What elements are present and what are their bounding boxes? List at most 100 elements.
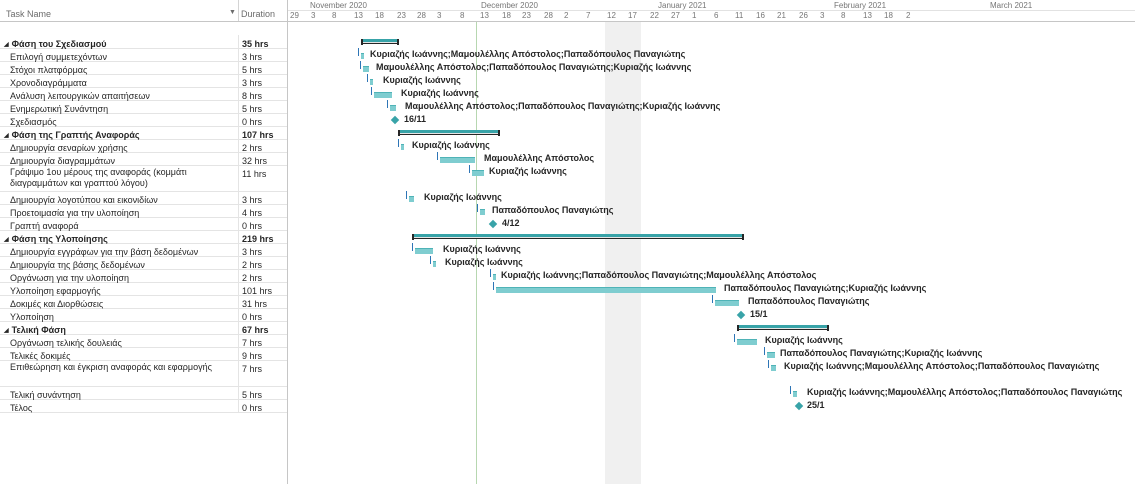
task-row[interactable]: Επιλογή συμμετεχόντων 3 hrs bbox=[0, 48, 287, 62]
timescale-day-label: 22 bbox=[650, 11, 659, 20]
task-row[interactable]: Οργάνωση τελικής δουλειάς 7 hrs bbox=[0, 334, 287, 348]
summary-bar[interactable] bbox=[361, 39, 399, 45]
task-bar[interactable] bbox=[793, 391, 797, 397]
column-separator bbox=[238, 243, 239, 256]
task-bar[interactable] bbox=[390, 105, 396, 111]
task-bar[interactable] bbox=[363, 66, 369, 72]
summary-task-row[interactable]: ◢ Φάση της Υλοποίησης 219 hrs bbox=[0, 230, 287, 244]
grid-header: Task Name ▼ Duration bbox=[0, 0, 287, 22]
dependency-link[interactable] bbox=[371, 87, 372, 95]
column-separator bbox=[238, 399, 239, 412]
column-separator bbox=[238, 113, 239, 126]
task-row[interactable]: Χρονοδιαγράμματα 3 hrs bbox=[0, 74, 287, 88]
task-bar[interactable] bbox=[440, 157, 475, 163]
summary-bar[interactable] bbox=[412, 234, 744, 240]
task-row[interactable]: Δημιουργία λογοτύπου και εικονιδίων 3 hrs bbox=[0, 191, 287, 205]
task-bar[interactable] bbox=[409, 196, 414, 202]
task-row[interactable]: Δημιουργία σεναρίων χρήσης 2 hrs bbox=[0, 139, 287, 153]
dependency-link[interactable] bbox=[790, 386, 791, 394]
column-separator bbox=[238, 347, 239, 360]
task-bar[interactable] bbox=[737, 339, 757, 345]
dependency-link[interactable] bbox=[712, 295, 713, 303]
timescale-day-label: 8 bbox=[841, 11, 846, 20]
dependency-link[interactable] bbox=[469, 165, 470, 173]
column-divider[interactable] bbox=[238, 0, 239, 21]
task-bar[interactable] bbox=[496, 287, 716, 293]
task-row[interactable]: Υλοποίηση εφαρμογής 101 hrs bbox=[0, 282, 287, 296]
column-separator bbox=[238, 360, 239, 386]
dependency-link[interactable] bbox=[360, 61, 361, 69]
dependency-link[interactable] bbox=[358, 48, 359, 56]
timescale-divider bbox=[288, 10, 1135, 11]
timescale-month-label: November 2020 bbox=[310, 1, 367, 10]
gantt-chart: November 2020 December 2020 January 2021 Fe… bbox=[288, 0, 1135, 484]
task-row[interactable]: Τέλος 0 hrs bbox=[0, 399, 287, 413]
resource-names-label: Κυριαζής Ιωάννης bbox=[412, 140, 490, 150]
task-row[interactable]: Δημιουργία της βάσης δεδομένων 2 hrs bbox=[0, 256, 287, 270]
dependency-link[interactable] bbox=[764, 347, 765, 355]
summary-bar[interactable] bbox=[398, 130, 500, 136]
column-separator bbox=[238, 152, 239, 165]
dependency-link[interactable] bbox=[477, 204, 478, 212]
task-row[interactable]: Σχεδιασμός 0 hrs bbox=[0, 113, 287, 127]
task-bar[interactable] bbox=[771, 365, 776, 371]
dependency-link[interactable] bbox=[734, 334, 735, 342]
summary-task-row[interactable]: ◢ Φάση του Σχεδιασμού 35 hrs bbox=[0, 35, 287, 49]
task-row[interactable]: Δημιουργία διαγραμμάτων 32 hrs bbox=[0, 152, 287, 166]
task-row[interactable]: Τελική συνάντηση 5 hrs bbox=[0, 386, 287, 400]
summary-task-row[interactable]: ◢ Τελική Φάση 67 hrs bbox=[0, 321, 287, 335]
dependency-link[interactable] bbox=[437, 152, 438, 160]
dependency-link[interactable] bbox=[490, 269, 491, 277]
task-row[interactable]: Ανάλυση λειτουργικών απαιτήσεων 8 hrs bbox=[0, 87, 287, 101]
task-row[interactable]: Ενημερωτική Συνάντηση 5 hrs bbox=[0, 100, 287, 114]
timescale-month-label: February 2021 bbox=[834, 1, 887, 10]
task-row[interactable]: Οργάνωση για την υλοποίηση 2 hrs bbox=[0, 269, 287, 283]
task-bar[interactable] bbox=[433, 261, 436, 267]
resource-names-label: Κυριαζής Ιωάννης;Μαμουλέλλης Απόστολος;Π… bbox=[807, 387, 1123, 397]
task-row[interactable]: Γράψιμο 1ου μέρους της αναφοράς (κομμάτι… bbox=[0, 165, 287, 192]
duration-column-header[interactable]: Duration bbox=[241, 9, 275, 19]
milestone-diamond-icon[interactable] bbox=[736, 310, 746, 320]
task-row[interactable]: Τελικές δοκιμές 9 hrs bbox=[0, 347, 287, 361]
task-row[interactable]: Δημιουργία εγγράφων για την βάση δεδομέν… bbox=[0, 243, 287, 257]
task-bar[interactable] bbox=[374, 92, 392, 98]
summary-bar[interactable] bbox=[737, 325, 829, 331]
task-row[interactable]: Γραπτή αναφορά 0 hrs bbox=[0, 217, 287, 231]
dependency-link[interactable] bbox=[768, 360, 769, 368]
timescale-day-label: 3 bbox=[311, 11, 316, 20]
dependency-link[interactable] bbox=[412, 243, 413, 251]
task-name-text: Τέλος bbox=[10, 403, 33, 413]
summary-bracket-end bbox=[742, 234, 744, 240]
task-bar[interactable] bbox=[472, 170, 484, 176]
column-separator bbox=[238, 321, 239, 334]
summary-task-row[interactable]: ◢ Φάση της Γραπτής Αναφοράς 107 hrs bbox=[0, 126, 287, 140]
dependency-link[interactable] bbox=[430, 256, 431, 264]
task-bar[interactable] bbox=[715, 300, 739, 306]
sort-down-arrow-icon[interactable]: ▼ bbox=[229, 9, 236, 16]
task-bar[interactable] bbox=[480, 209, 485, 215]
task-bar[interactable] bbox=[415, 248, 433, 254]
task-bar[interactable] bbox=[493, 274, 496, 280]
column-separator bbox=[238, 256, 239, 269]
milestone-diamond-icon[interactable] bbox=[488, 219, 498, 229]
timescale-day-label: 8 bbox=[460, 11, 465, 20]
task-duration: 11 hrs bbox=[242, 169, 267, 179]
task-bar[interactable] bbox=[361, 53, 364, 59]
task-bar[interactable] bbox=[767, 352, 775, 358]
task-name-column-header[interactable]: Task Name bbox=[6, 9, 51, 19]
task-row[interactable]: Επιθεώρηση και έγκριση αναφοράς και εφαρ… bbox=[0, 360, 287, 387]
dependency-link[interactable] bbox=[387, 100, 388, 108]
dependency-link[interactable] bbox=[367, 74, 368, 82]
task-row[interactable]: Προετοιμασία για την υλοποίηση 4 hrs bbox=[0, 204, 287, 218]
milestone-diamond-icon[interactable] bbox=[390, 115, 400, 125]
dependency-link[interactable] bbox=[406, 191, 407, 199]
task-row[interactable]: Δοκιμές και Διορθώσεις 31 hrs bbox=[0, 295, 287, 309]
task-duration: 0 hrs bbox=[242, 403, 263, 413]
milestone-diamond-icon[interactable] bbox=[794, 401, 804, 411]
task-row[interactable]: Στόχοι πλατφόρμας 5 hrs bbox=[0, 61, 287, 75]
dependency-link[interactable] bbox=[493, 282, 494, 290]
task-row[interactable]: Υλοποίηση 0 hrs bbox=[0, 308, 287, 322]
task-bar[interactable] bbox=[401, 144, 404, 150]
dependency-link[interactable] bbox=[398, 139, 399, 147]
task-bar[interactable] bbox=[370, 79, 373, 85]
